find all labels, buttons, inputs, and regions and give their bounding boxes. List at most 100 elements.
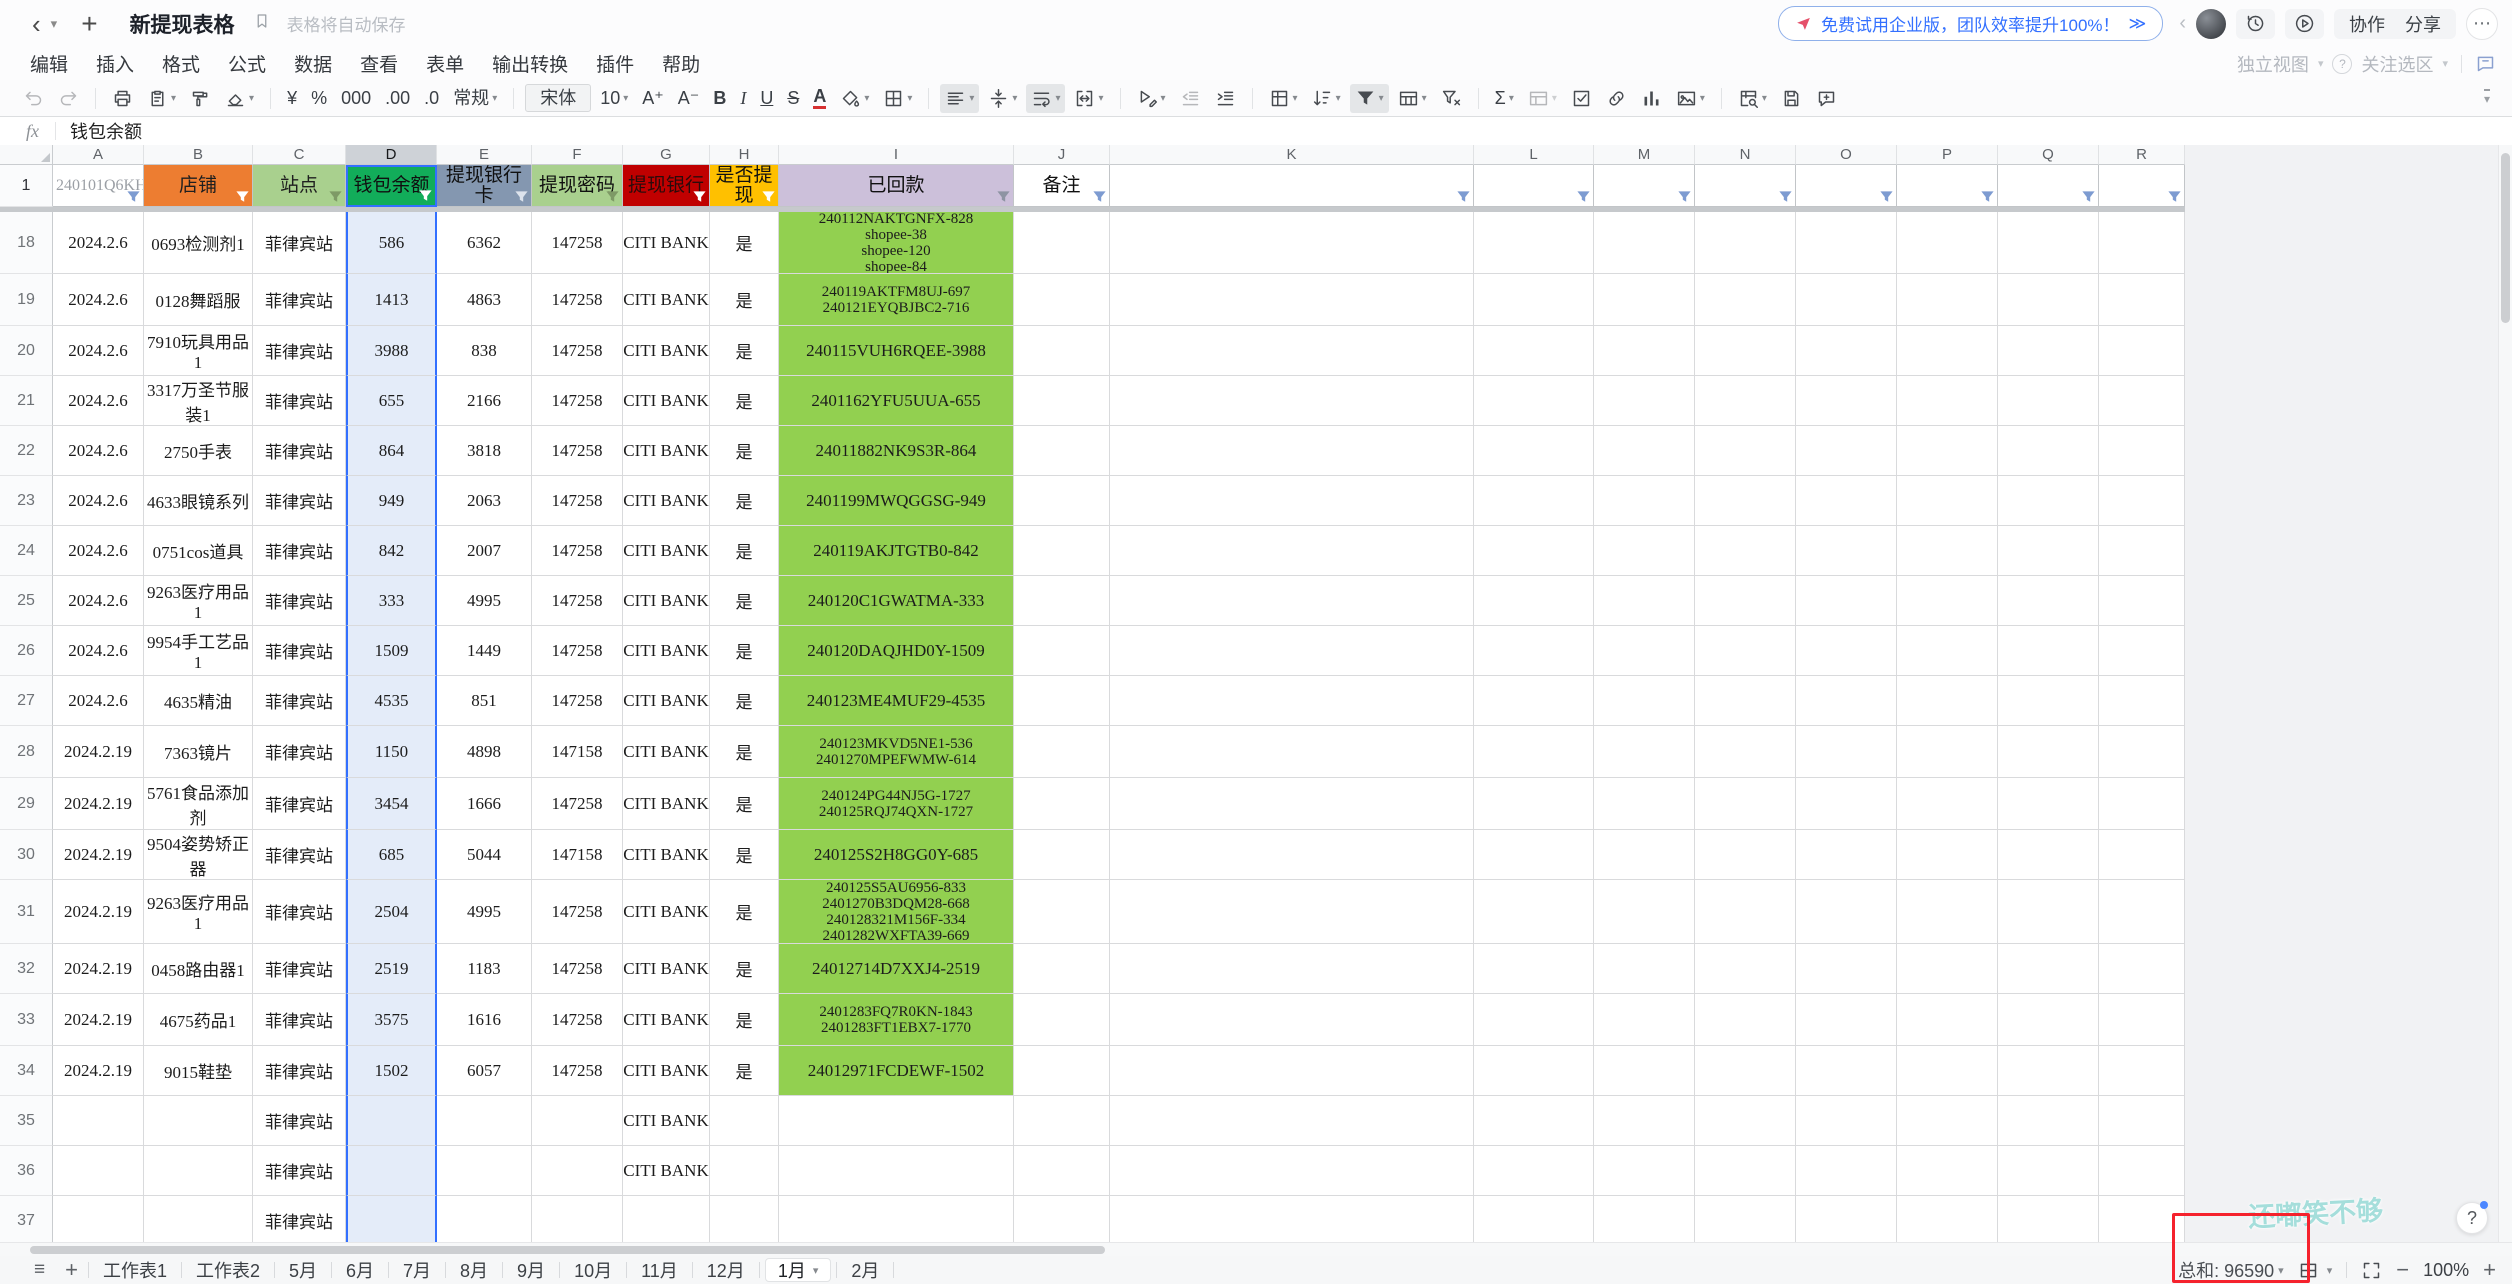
- cell-A26[interactable]: 2024.2.6: [53, 626, 144, 676]
- column-header-O[interactable]: O: [1796, 145, 1897, 165]
- filter-funnel-icon[interactable]: [996, 189, 1011, 204]
- cell-F25[interactable]: 147258: [532, 576, 623, 626]
- sheet-tab-11月[interactable]: 11月: [629, 1256, 690, 1284]
- cell-G33[interactable]: CITI BANK: [623, 994, 710, 1046]
- cell-K19[interactable]: [1110, 274, 1474, 326]
- cell-N18[interactable]: [1695, 212, 1796, 274]
- cell-O35[interactable]: [1796, 1096, 1897, 1146]
- cell-K22[interactable]: [1110, 426, 1474, 476]
- cell-F28[interactable]: 147158: [532, 726, 623, 778]
- header-cell-K1[interactable]: [1110, 165, 1474, 207]
- cell-P27[interactable]: [1897, 676, 1998, 726]
- cell-L30[interactable]: [1474, 830, 1594, 880]
- cell-L21[interactable]: [1474, 376, 1594, 426]
- cell-E27[interactable]: 851: [437, 676, 532, 726]
- header-cell-M1[interactable]: [1594, 165, 1695, 207]
- cell-Q23[interactable]: [1998, 476, 2099, 526]
- cell-R34[interactable]: [2099, 1046, 2185, 1096]
- data-validation-icon[interactable]: ▾: [1132, 84, 1171, 113]
- cell-I26[interactable]: 240120DAQJHD0Y-1509: [779, 626, 1014, 676]
- row-header-20[interactable]: 20: [0, 326, 53, 376]
- cell-H18[interactable]: 是: [710, 212, 779, 274]
- cell-J20[interactable]: [1014, 326, 1110, 376]
- column-header-P[interactable]: P: [1897, 145, 1998, 165]
- column-header-I[interactable]: I: [779, 145, 1014, 165]
- collaborate-button[interactable]: 协作: [2343, 11, 2391, 37]
- cell-J33[interactable]: [1014, 994, 1110, 1046]
- cell-N22[interactable]: [1695, 426, 1796, 476]
- cell-L23[interactable]: [1474, 476, 1594, 526]
- cell-H36[interactable]: [710, 1146, 779, 1196]
- cell-G23[interactable]: CITI BANK: [623, 476, 710, 526]
- cell-G21[interactable]: CITI BANK: [623, 376, 710, 426]
- cell-R37[interactable]: [2099, 1196, 2185, 1242]
- cell-D35[interactable]: [346, 1096, 437, 1146]
- cell-O32[interactable]: [1796, 944, 1897, 994]
- cell-J28[interactable]: [1014, 726, 1110, 778]
- cell-E28[interactable]: 4898: [437, 726, 532, 778]
- cell-R31[interactable]: [2099, 880, 2185, 944]
- menu-item-插入[interactable]: 插入: [86, 50, 144, 77]
- cell-O33[interactable]: [1796, 994, 1897, 1046]
- filter-funnel-icon[interactable]: [1456, 189, 1471, 204]
- cell-O20[interactable]: [1796, 326, 1897, 376]
- back-button[interactable]: ‹: [28, 11, 45, 37]
- cell-B36[interactable]: [144, 1146, 253, 1196]
- font-size-increase-button[interactable]: A⁺: [637, 85, 669, 111]
- cell-N24[interactable]: [1695, 526, 1796, 576]
- more-menu-icon[interactable]: ⋯: [2466, 8, 2498, 40]
- cell-E34[interactable]: 6057: [437, 1046, 532, 1096]
- cell-G26[interactable]: CITI BANK: [623, 626, 710, 676]
- cell-M35[interactable]: [1594, 1096, 1695, 1146]
- filter-funnel-icon[interactable]: [126, 189, 141, 204]
- cell-L22[interactable]: [1474, 426, 1594, 476]
- zoom-in-button[interactable]: +: [2483, 1259, 2496, 1281]
- row-header-28[interactable]: 28: [0, 726, 53, 778]
- cell-N19[interactable]: [1695, 274, 1796, 326]
- row-header-29[interactable]: 29: [0, 778, 53, 830]
- cell-D20[interactable]: 3988: [346, 326, 437, 376]
- cell-C23[interactable]: 菲律宾站: [253, 476, 346, 526]
- cell-K27[interactable]: [1110, 676, 1474, 726]
- cell-F29[interactable]: 147258: [532, 778, 623, 830]
- cell-M31[interactable]: [1594, 880, 1695, 944]
- cell-Q26[interactable]: [1998, 626, 2099, 676]
- follow-selection-caret-icon[interactable]: ▾: [2442, 57, 2448, 70]
- cell-P19[interactable]: [1897, 274, 1998, 326]
- cell-Q36[interactable]: [1998, 1146, 2099, 1196]
- sum-function-button[interactable]: Σ▾: [1490, 85, 1519, 111]
- cell-A35[interactable]: [53, 1096, 144, 1146]
- cell-A20[interactable]: 2024.2.6: [53, 326, 144, 376]
- cell-K31[interactable]: [1110, 880, 1474, 944]
- cell-D21[interactable]: 655: [346, 376, 437, 426]
- cell-H30[interactable]: 是: [710, 830, 779, 880]
- sheet-tab-6月[interactable]: 6月: [334, 1256, 386, 1284]
- cell-D34[interactable]: 1502: [346, 1046, 437, 1096]
- filter-funnel-icon[interactable]: [1092, 189, 1107, 204]
- filter-funnel-icon[interactable]: [418, 188, 433, 203]
- cell-N30[interactable]: [1695, 830, 1796, 880]
- cell-K26[interactable]: [1110, 626, 1474, 676]
- cell-O21[interactable]: [1796, 376, 1897, 426]
- column-header-G[interactable]: G: [623, 145, 710, 165]
- row-header-22[interactable]: 22: [0, 426, 53, 476]
- back-dropdown-icon[interactable]: ▾: [51, 16, 58, 32]
- row-header-24[interactable]: 24: [0, 526, 53, 576]
- cell-P22[interactable]: [1897, 426, 1998, 476]
- column-header-J[interactable]: J: [1014, 145, 1110, 165]
- sheet-tab-工作表1[interactable]: 工作表1: [91, 1256, 179, 1284]
- filter-funnel-icon[interactable]: [1576, 189, 1591, 204]
- zoom-level[interactable]: 100%: [2423, 1260, 2469, 1281]
- cell-Q31[interactable]: [1998, 880, 2099, 944]
- cell-Q32[interactable]: [1998, 944, 2099, 994]
- cell-D18[interactable]: 586: [346, 212, 437, 274]
- cell-B34[interactable]: 9015鞋垫: [144, 1046, 253, 1096]
- cell-G35[interactable]: CITI BANK: [623, 1096, 710, 1146]
- cell-O34[interactable]: [1796, 1046, 1897, 1096]
- cell-I18[interactable]: 240112NAKTGNFX-828shopee-38shopee-120sho…: [779, 212, 1014, 274]
- hyperlink-icon[interactable]: [1601, 84, 1632, 113]
- cell-J23[interactable]: [1014, 476, 1110, 526]
- cell-G28[interactable]: CITI BANK: [623, 726, 710, 778]
- cell-F22[interactable]: 147258: [532, 426, 623, 476]
- clear-format-icon[interactable]: ▾: [220, 84, 259, 113]
